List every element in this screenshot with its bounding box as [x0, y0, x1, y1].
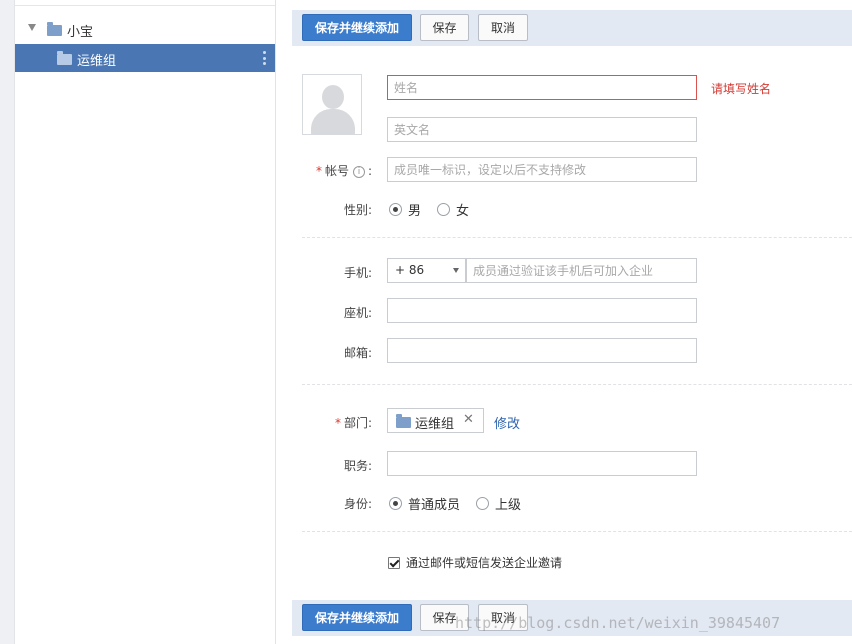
close-icon[interactable]: ✕: [463, 412, 474, 427]
department-label-text: 部门:: [343, 416, 372, 430]
invite-checkbox-row[interactable]: 通过邮件或短信发送企业邀请: [388, 554, 562, 571]
account-label-text: 帐号: [324, 164, 349, 178]
tree-item-label: 运维组: [77, 54, 117, 69]
position-label: 职务:: [343, 459, 372, 473]
required-mark: *: [315, 164, 322, 178]
email-label: 邮箱:: [343, 346, 372, 360]
folder-icon: [396, 414, 411, 428]
country-code-value: + 86: [395, 263, 425, 277]
avatar-placeholder-body: [311, 109, 355, 134]
required-mark: *: [334, 416, 341, 430]
identity-radio-member[interactable]: 普通成员: [389, 494, 460, 513]
identity-label: 身份:: [343, 497, 372, 511]
radio-unchecked-icon[interactable]: [476, 497, 489, 510]
save-and-continue-button[interactable]: 保存并继续添加: [302, 14, 412, 41]
radio-label: 普通成员: [408, 498, 461, 513]
account-input[interactable]: [387, 157, 697, 182]
tree-item-label: 小宝: [67, 25, 94, 40]
department-chip-label: 运维组: [415, 417, 455, 432]
avatar-placeholder-icon: [322, 85, 344, 109]
tree-item-root[interactable]: 小宝: [15, 15, 275, 43]
info-icon[interactable]: i: [352, 166, 365, 178]
section-divider: [302, 384, 852, 385]
phone-input[interactable]: [387, 298, 697, 323]
identity-radio-superior[interactable]: 上级: [476, 494, 521, 513]
radio-label: 女: [456, 204, 470, 219]
position-input[interactable]: [387, 451, 697, 476]
name-input[interactable]: [387, 75, 697, 100]
department-label: * 部门:: [292, 414, 372, 431]
save-button[interactable]: 保存: [420, 14, 469, 41]
top-toolbar: 保存并继续添加 保存 取消: [292, 10, 852, 46]
tree-item-selected[interactable]: 运维组: [15, 44, 275, 72]
gender-radio-male[interactable]: 男: [389, 200, 421, 219]
watermark-text: http://blog.csdn.net/weixin_39845407: [455, 614, 781, 632]
left-strip: [0, 0, 15, 644]
radio-label: 上级: [495, 498, 522, 513]
name-error-message: 请填写姓名: [711, 82, 772, 96]
avatar-upload[interactable]: [302, 74, 362, 135]
radio-checked-icon[interactable]: [389, 203, 402, 216]
more-options-icon[interactable]: [263, 51, 267, 65]
folder-icon: [47, 22, 62, 36]
mobile-input[interactable]: [466, 258, 697, 283]
department-chip: 运维组 ✕: [387, 408, 484, 433]
save-and-continue-button[interactable]: 保存并继续添加: [302, 604, 412, 631]
sidebar-divider: [15, 5, 275, 6]
chevron-down-icon: [453, 268, 459, 273]
checkbox-checked-icon[interactable]: [388, 556, 400, 569]
radio-label: 男: [408, 204, 422, 219]
mobile-label: 手机:: [343, 266, 372, 280]
radio-unchecked-icon[interactable]: [437, 203, 450, 216]
phone-label: 座机:: [343, 306, 372, 320]
invite-label: 通过邮件或短信发送企业邀请: [406, 556, 563, 570]
expand-arrow-icon[interactable]: [28, 24, 36, 31]
section-divider: [302, 237, 852, 238]
gender-radio-female[interactable]: 女: [437, 200, 469, 219]
section-divider: [302, 531, 852, 532]
english-name-input[interactable]: [387, 117, 697, 142]
radio-checked-icon[interactable]: [389, 497, 402, 510]
country-code-select[interactable]: + 86: [387, 258, 466, 283]
gender-label: 性别:: [343, 203, 372, 217]
department-tree: 小宝 运维组: [15, 0, 276, 644]
folder-icon: [57, 51, 72, 65]
account-label: * 帐号 i:: [315, 164, 372, 178]
email-input[interactable]: [387, 338, 697, 363]
cancel-button[interactable]: 取消: [478, 14, 528, 41]
edit-department-link[interactable]: 修改: [494, 413, 520, 432]
